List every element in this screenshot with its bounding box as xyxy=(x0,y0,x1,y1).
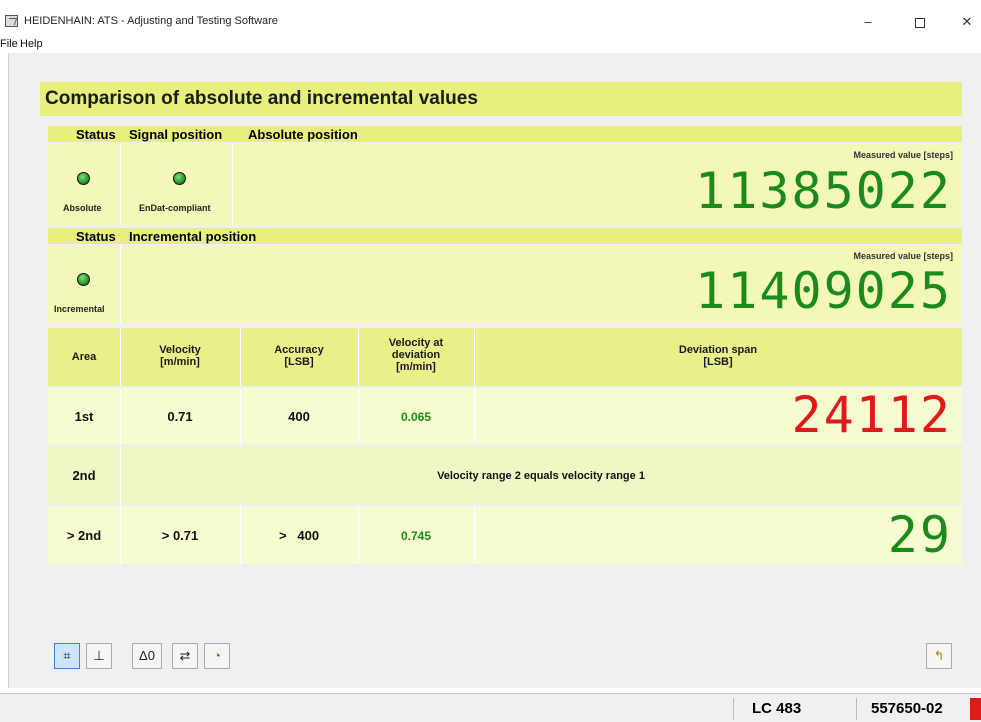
status-indicator-icon xyxy=(970,698,981,720)
absolute-position-header: Absolute position xyxy=(248,127,358,142)
area-column-header: Area xyxy=(71,351,97,363)
axis-icon[interactable]: ⊥ xyxy=(86,643,112,669)
absolute-led-label: Absolute xyxy=(63,203,102,213)
status-model: LC 483 xyxy=(733,698,856,720)
row-note: Velocity range 2 equals velocity range 1 xyxy=(437,470,645,482)
row-area: > 2nd xyxy=(66,528,102,543)
row-velocity-deviation: 0.745 xyxy=(400,529,432,543)
divider xyxy=(232,143,233,225)
panel-title: Comparison of absolute and incremental v… xyxy=(45,88,478,109)
close-button[interactable]: ✕ xyxy=(952,10,981,34)
status-part-number: 557650-02 xyxy=(856,698,970,720)
minimize-button[interactable]: – xyxy=(853,10,883,34)
row-velocity-deviation: 0.065 xyxy=(400,410,432,424)
absolute-header-band: Status Signal position Absolute position xyxy=(48,126,962,142)
maximize-icon xyxy=(915,17,925,28)
incremental-measured-label: Measured value [steps] xyxy=(853,251,953,261)
app-icon xyxy=(5,15,18,27)
grid-icon[interactable]: ⌗ xyxy=(54,643,80,669)
divider xyxy=(474,388,475,444)
signal-position-header: Signal position xyxy=(129,127,223,142)
diagnostic-icon[interactable]: ◔ xyxy=(204,643,230,669)
accuracy-column-header: Accuracy [LSB] xyxy=(274,344,324,368)
velocity-deviation-column-header: Velocity at deviation [m/min] xyxy=(388,337,444,373)
return-icon[interactable]: ↰ xyxy=(926,643,952,669)
row-velocity: 0.71 xyxy=(167,409,193,424)
delta-zero-icon[interactable]: Δ0 xyxy=(132,643,162,669)
status-bar: LC 483 557650-02 xyxy=(0,693,981,722)
divider xyxy=(120,245,121,323)
swap-icon[interactable]: ⇄ xyxy=(172,643,198,669)
absolute-measured-value: 11385022 xyxy=(695,162,952,220)
row-area: 1st xyxy=(74,409,94,424)
incremental-header-band: Status Incremental position xyxy=(48,228,962,244)
incremental-measured-value: 11409025 xyxy=(695,262,952,320)
endat-led-label: EnDat-compliant xyxy=(139,203,211,213)
deviation-span-column-header: Deviation span [LSB] xyxy=(678,344,758,368)
window-title: HEIDENHAIN: ATS - Adjusting and Testing … xyxy=(24,15,278,27)
absolute-status-led xyxy=(77,172,90,185)
row-deviation-span: 24112 xyxy=(791,386,952,444)
absolute-measured-label: Measured value [steps] xyxy=(853,150,953,160)
endat-status-led xyxy=(173,172,186,185)
row-velocity: > 0.71 xyxy=(161,528,199,543)
row-accuracy: 400 xyxy=(288,409,310,424)
menu-bar: File Help xyxy=(0,36,981,53)
panel-header: Comparison of absolute and incremental v… xyxy=(40,82,962,116)
title-bar: HEIDENHAIN: ATS - Adjusting and Testing … xyxy=(0,0,981,36)
divider xyxy=(120,143,121,225)
menu-help[interactable]: Help xyxy=(20,38,43,50)
incremental-led-label: Incremental xyxy=(54,304,105,314)
incremental-position-header: Incremental position xyxy=(129,229,257,244)
menu-file[interactable]: File xyxy=(0,38,18,50)
row-area: 2nd xyxy=(72,468,96,483)
row-accuracy: > 400 xyxy=(278,528,320,543)
velocity-column-header: Velocity [m/min] xyxy=(159,344,201,368)
maximize-button[interactable] xyxy=(905,10,935,34)
incremental-status-led xyxy=(77,273,90,286)
status-header: Status xyxy=(76,127,116,142)
incremental-status-header: Status xyxy=(76,229,116,244)
divider xyxy=(474,506,475,564)
row-deviation-span: 29 xyxy=(887,506,952,564)
